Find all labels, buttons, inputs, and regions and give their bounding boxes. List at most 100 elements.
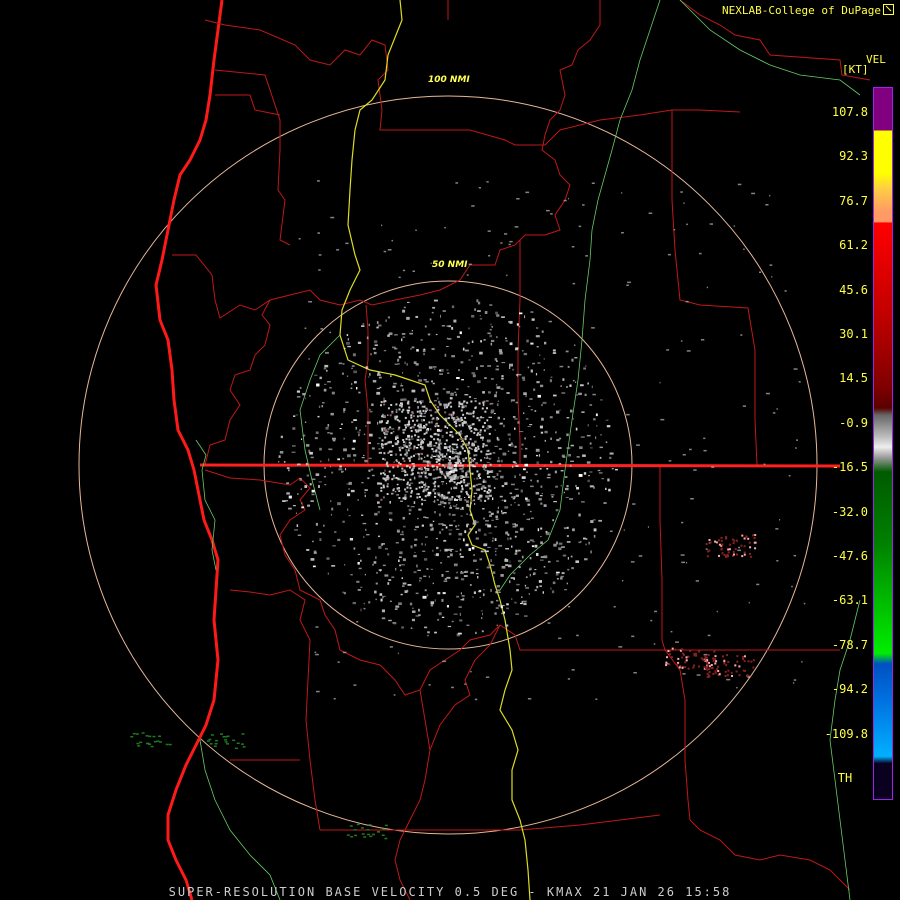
echo-pixel: [561, 546, 565, 548]
echo-pixel: [241, 743, 244, 745]
echo-pixel: [469, 584, 472, 586]
echo-pixel: [288, 469, 290, 472]
echo-pixel: [667, 253, 671, 256]
echo-pixel: [420, 452, 423, 455]
echo-pixel: [484, 410, 487, 413]
echo-pixel: [376, 830, 380, 833]
echo-pixel: [540, 431, 544, 434]
echo-pixel: [432, 455, 437, 457]
echo-pixel: [427, 634, 429, 637]
echo-pixel: [406, 316, 410, 320]
echo-pixel: [725, 664, 728, 667]
echo-pixel: [458, 538, 461, 540]
echo-pixel: [348, 488, 350, 490]
echo-pixel: [436, 438, 439, 441]
echo-pixel: [345, 468, 347, 471]
echo-pixel: [364, 491, 366, 494]
echo-pixel: [771, 276, 773, 278]
echo-pixel: [206, 740, 210, 742]
echo-pixel: [716, 610, 718, 613]
echo-pixel: [433, 445, 436, 447]
echo-pixel: [401, 403, 403, 406]
echo-pixel: [343, 410, 345, 413]
echo-pixel: [452, 417, 456, 419]
echo-pixel: [676, 663, 679, 666]
echo-pixel: [555, 431, 557, 434]
echo-pixel: [499, 422, 503, 425]
echo-pixel: [351, 365, 355, 367]
echo-pixel: [395, 477, 398, 479]
echo-pixel: [376, 571, 378, 574]
echo-pixel: [531, 318, 535, 321]
echo-pixel: [488, 391, 491, 394]
echo-pixel: [446, 474, 449, 477]
echo-pixel: [435, 467, 438, 470]
echo-pixel: [460, 571, 464, 575]
echo-pixel: [369, 433, 373, 437]
echo-pixel: [411, 330, 413, 332]
echo-pixel: [368, 601, 371, 604]
echo-pixel: [495, 591, 498, 594]
echo-pixel: [460, 508, 464, 510]
echo-pixel: [407, 505, 410, 507]
echo-pixel: [402, 478, 405, 481]
echo-pixel: [309, 395, 311, 397]
echo-pixel: [546, 209, 550, 212]
echo-pixel: [540, 384, 544, 388]
echo-pixel: [460, 440, 464, 442]
echo-pixel: [349, 538, 353, 541]
echo-pixel: [310, 558, 315, 561]
echo-pixel: [579, 446, 583, 449]
echo-pixel: [352, 439, 356, 443]
echo-pixel: [448, 476, 452, 479]
echo-pixel: [368, 376, 370, 378]
echo-pixel: [388, 470, 391, 473]
echo-pixel: [405, 441, 407, 445]
echo-pixel: [297, 463, 301, 466]
echo-pixel: [529, 398, 533, 400]
echo-pixel: [589, 404, 593, 406]
echo-pixel: [448, 424, 451, 427]
echo-pixel: [438, 523, 441, 525]
echo-pixel: [565, 350, 569, 353]
echo-pixel: [549, 379, 552, 383]
echo-pixel: [460, 556, 464, 558]
echo-pixel: [367, 477, 370, 480]
echo-pixel: [543, 566, 546, 568]
echo-pixel: [681, 666, 684, 669]
echo-pixel: [474, 698, 478, 701]
echo-pixel: [393, 461, 395, 463]
echo-pixel: [327, 424, 330, 427]
echo-pixel: [482, 401, 485, 404]
echo-pixel: [343, 448, 347, 452]
echo-pixel: [514, 488, 519, 490]
echo-pixel: [314, 374, 318, 376]
echo-pixel: [538, 498, 542, 501]
echo-pixel: [665, 661, 668, 664]
echo-pixel: [399, 478, 403, 481]
echo-pixel: [401, 333, 406, 335]
echo-pixel: [314, 437, 318, 440]
echo-pixel: [473, 455, 475, 457]
echo-pixel: [526, 339, 529, 343]
echo-pixel: [433, 438, 436, 441]
echo-pixel: [417, 569, 421, 571]
echo-pixel: [528, 593, 530, 595]
echo-pixel: [487, 476, 491, 478]
echo-pixel: [517, 559, 522, 563]
echo-pixel: [323, 524, 325, 527]
echo-pixel: [490, 600, 494, 604]
external-link-icon[interactable]: [883, 4, 894, 15]
echo-pixel: [704, 657, 707, 660]
echo-pixel: [754, 534, 757, 536]
echo-pixel: [537, 362, 541, 364]
echo-pixel: [337, 538, 341, 541]
echo-pixel: [475, 484, 478, 486]
echo-pixel: [603, 502, 607, 504]
echo-pixel: [690, 498, 694, 500]
echo-pixel: [458, 482, 461, 485]
echo-pixel: [727, 669, 730, 672]
echo-pixel: [365, 528, 367, 531]
echo-pixel: [464, 438, 467, 441]
echo-pixel: [721, 552, 724, 555]
